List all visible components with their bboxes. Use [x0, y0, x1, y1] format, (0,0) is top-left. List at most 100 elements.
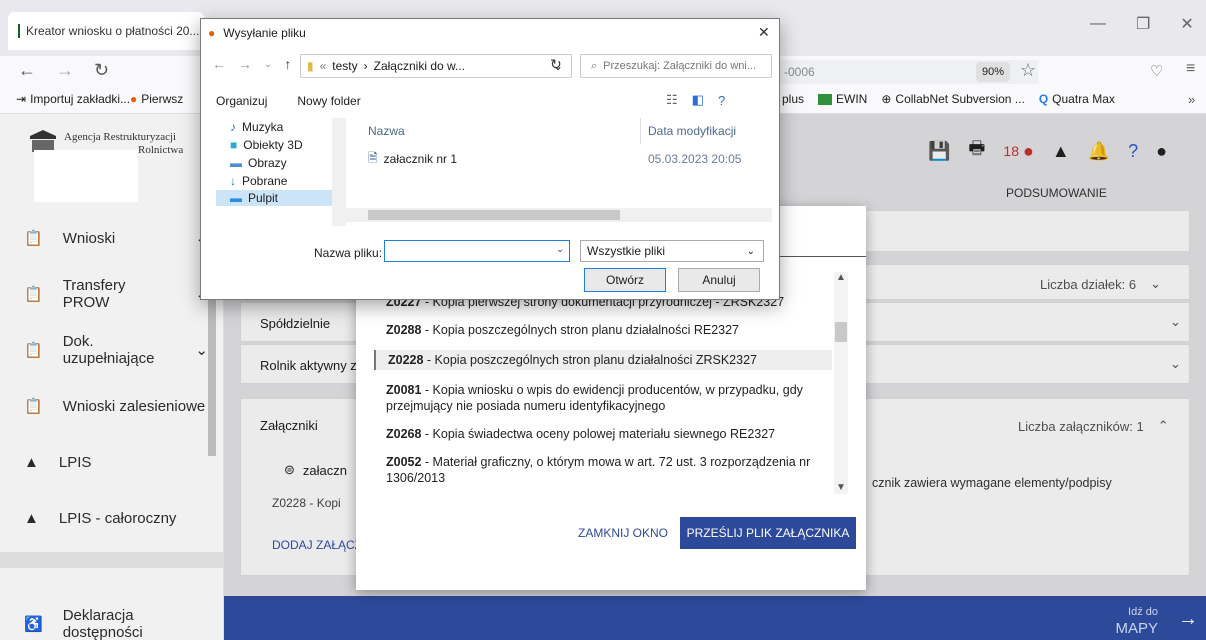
dropdown-icon[interactable]: ⌄	[264, 59, 272, 70]
address-bar-url: -0006	[784, 65, 815, 79]
back-icon[interactable]: ←	[18, 60, 36, 81]
bookmark-star-icon[interactable]: ☆	[1020, 60, 1036, 81]
open-button[interactable]: Otwórz	[584, 268, 666, 292]
forward-icon[interactable]: →	[56, 60, 74, 81]
sidebar-item-label: Transfery PROW	[62, 277, 126, 311]
sidebar-item-label: Wnioski	[62, 229, 116, 247]
open-button-label: Otwórz	[605, 273, 644, 287]
clipboard-icon: 📋	[24, 286, 43, 303]
filename-input[interactable]	[384, 240, 570, 262]
tree-item-3d[interactable]: ■ Obiekty 3D	[216, 136, 346, 154]
tree-scrollbar[interactable]	[332, 118, 346, 226]
preview-pane-icon[interactable]: ◧	[692, 92, 704, 108]
new-folder-button[interactable]: Nowy folder	[297, 94, 360, 108]
search-icon: ⌕	[591, 59, 598, 72]
item-code: Z0081	[386, 383, 422, 397]
quatra-icon: Q	[1038, 92, 1049, 106]
minimize-icon[interactable]: —	[1090, 15, 1106, 33]
tree-item-downloads[interactable]: ↓ Pobrane	[216, 172, 346, 190]
sidebar-item-deklaracja[interactable]: ♿ Deklaracja dostępności	[0, 604, 208, 640]
up-icon[interactable]: ↑	[284, 56, 291, 72]
cancel-button[interactable]: Anuluj	[678, 268, 760, 292]
forward-icon[interactable]: →	[238, 56, 252, 72]
list-item-selected[interactable]: Z0228 - Kopia poszczególnych stron planu…	[374, 350, 832, 370]
sidebar-item-wnioski[interactable]: 📋Wnioski⌄	[0, 218, 208, 258]
bookmark-collabnet[interactable]: ⊕ CollabNet Subversion ...	[881, 92, 1024, 106]
file-type-select[interactable]: Wszystkie pliki ⌄	[580, 240, 764, 262]
sidebar-item-lpis-caloroczny[interactable]: ▲ LPIS - całoroczny	[0, 498, 208, 538]
tree-item-music[interactable]: ♪ Muzyka	[216, 118, 346, 136]
go-to-map-button[interactable]: MAPY	[1112, 620, 1158, 637]
menu-icon[interactable]: ≡	[1186, 60, 1195, 78]
item-text: - Kopia wniosku o wpis do ewidencji prod…	[386, 383, 803, 413]
column-date-header[interactable]: Data modyfikacji	[648, 124, 736, 138]
tree-item-desktop[interactable]: ▬ Pulpit	[216, 190, 346, 206]
file-row[interactable]: 🗎 załacznik nr 1 05.03.2023 20:05	[368, 150, 772, 168]
organize-menu[interactable]: Organizuj	[216, 94, 267, 108]
path-prefix: «	[319, 59, 327, 73]
attachment-type-list[interactable]: Z0227 - Kopia pierwszej strony dokumenta…	[374, 295, 832, 498]
sidebar-scrollbar[interactable]	[0, 552, 224, 568]
bookmark-ewin[interactable]: EWIN	[818, 92, 867, 106]
bookmark-quatra[interactable]: Q Quatra Max	[1039, 92, 1115, 106]
scroll-down-icon[interactable]: ▼	[836, 482, 846, 493]
bookmark-first[interactable]: ● Pierwsz	[130, 92, 183, 106]
window-controls: — ❐ ✕	[1090, 14, 1194, 34]
bookmark-plus[interactable]: plus	[782, 92, 804, 106]
more-bookmarks-icon[interactable]: »	[1188, 92, 1195, 107]
zoom-badge[interactable]: 90%	[976, 62, 1011, 82]
file-dialog-title: Wysyłanie pliku	[223, 26, 306, 40]
list-item[interactable]: Z0288 - Kopia poszczególnych stron planu…	[386, 322, 832, 338]
zoom-level: 90%	[982, 66, 1005, 78]
path-current[interactable]: Załączniki do w...	[374, 59, 465, 73]
list-item[interactable]: Z0081 - Kopia wniosku o wpis do ewidencj…	[386, 382, 832, 414]
bottom-bar	[224, 596, 1206, 640]
view-options-icon[interactable]: ☷	[666, 92, 678, 108]
list-item[interactable]: Z0052 - Materiał graficzny, o którym mow…	[386, 454, 832, 486]
cancel-button-label: Anuluj	[702, 273, 736, 287]
tree-item-label: Obiekty 3D	[243, 138, 303, 152]
path-bar[interactable]: ▮ « testy › Załączniki do w... ⌄	[300, 54, 572, 78]
path-folder[interactable]: testy	[332, 59, 357, 73]
files-hscroll-thumb[interactable]	[368, 210, 620, 220]
chevron-down-icon[interactable]: ⌄	[556, 244, 564, 255]
reload-icon[interactable]: ↻	[94, 60, 109, 81]
clipboard-icon: 📋	[24, 342, 43, 359]
sidebar-item-lpis[interactable]: ▲ LPIS	[0, 442, 208, 482]
item-text: - Kopia świadectwa oceny polowej materia…	[421, 427, 776, 441]
sidebar-item-dok[interactable]: 📋 Dok. uzupełniające ⌄	[0, 330, 208, 370]
back-icon[interactable]: ←	[212, 56, 226, 72]
bookmark-label: Quatra Max	[1052, 92, 1115, 106]
scroll-up-icon[interactable]: ▲	[836, 272, 846, 283]
sidebar-item-zalesieniowe[interactable]: 📋 Wnioski zalesieniowe	[0, 386, 208, 426]
sidebar-item-label: LPIS	[58, 453, 92, 471]
view-toolbar: ☷ ◧?	[666, 92, 725, 108]
restore-icon[interactable]: ❐	[1136, 14, 1150, 34]
close-modal-button[interactable]: ZAMKNIJ OKNO	[578, 526, 668, 540]
bookmark-label: Importuj zakładki...	[30, 92, 131, 106]
clipboard-icon: 📋	[24, 230, 43, 247]
help-icon[interactable]: ?	[718, 93, 725, 108]
column-name-header[interactable]: Nazwa	[368, 124, 405, 138]
tree-item-pictures[interactable]: ▬ Obrazy	[216, 154, 346, 172]
bookmark-import[interactable]: ⇥ Importuj zakładki...	[16, 92, 130, 106]
browser-tab[interactable]: Kreator wniosku o płatności 20...	[8, 12, 204, 50]
list-scrollbar[interactable]	[834, 272, 848, 494]
clipboard-icon: 📋	[24, 398, 43, 415]
sidebar-item-transfery[interactable]: 📋Transfery PROW⌄	[0, 274, 208, 314]
arrow-right-icon[interactable]: →	[1178, 608, 1198, 631]
close-window-icon[interactable]: ✕	[1180, 14, 1193, 34]
bookmarks-right: plus EWIN ⊕ CollabNet Subversion ... Q Qua…	[782, 92, 1115, 106]
bookmark-label: EWIN	[836, 92, 868, 106]
file-search-placeholder: Przeszukaj: Załączniki do wni...	[603, 60, 757, 72]
list-scroll-thumb[interactable]	[835, 322, 847, 342]
ewin-icon	[818, 93, 833, 105]
list-item[interactable]: Z0268 - Kopia świadectwa oceny polowej m…	[386, 426, 832, 442]
file-search-input[interactable]: ⌕ Przeszukaj: Załączniki do wni...	[580, 54, 772, 78]
tree-item-label: Pobrane	[242, 174, 288, 188]
pocket-icon[interactable]: ♡	[1150, 62, 1163, 80]
file-row-date: 05.03.2023 20:05	[648, 152, 742, 166]
close-icon[interactable]: ✕	[758, 24, 770, 41]
send-attachment-button[interactable]: PRZEŚLIJ PLIK ZAŁĄCZNIKA	[680, 517, 856, 549]
refresh-icon[interactable]: ↻	[550, 56, 562, 73]
